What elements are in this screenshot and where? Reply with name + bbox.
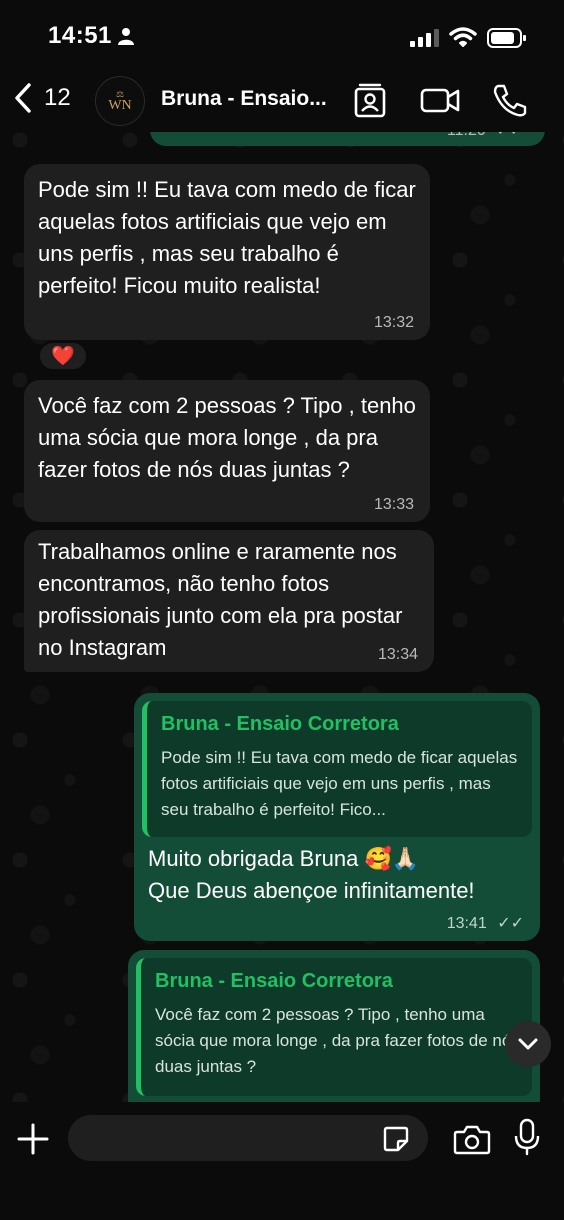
battery-icon — [487, 28, 526, 48]
scroll-to-bottom-button[interactable] — [505, 1021, 551, 1067]
message-text-line-1: Muito obrigada Bruna 🥰🙏🏻 — [148, 846, 420, 871]
message-time: 13:32 — [373, 314, 414, 331]
quoted-text: Você faz com 2 pessoas ? Tipo , tenho um… — [155, 1005, 520, 1076]
message-text: Pode sim !! Eu tava com medo de ficar aq… — [38, 177, 416, 298]
video-call-icon[interactable] — [420, 82, 460, 118]
phone-icon[interactable] — [490, 82, 530, 118]
message-text-line-2: Que Deus abençoe infinitamente! — [148, 878, 475, 903]
message-text: Trabalhamos online e raramente nos encon… — [38, 539, 403, 660]
composer-bar — [0, 1102, 564, 1220]
reaction-heart[interactable]: ❤️ — [38, 341, 88, 371]
double-check-icon: ✓✓ — [497, 915, 524, 932]
chevron-down-icon — [518, 1038, 538, 1050]
status-bar: 14:51 — [0, 0, 564, 70]
contact-avatar[interactable]: ⚖ WN — [95, 76, 145, 126]
quoted-author: Bruna - Ensaio Corretora — [155, 970, 393, 992]
incoming-message[interactable]: Pode sim !! Eu tava com medo de ficar aq… — [24, 164, 430, 340]
quoted-message[interactable]: Bruna - Ensaio Corretora Pode sim !! Eu … — [142, 701, 532, 837]
chat-header: 12 ⚖ WN Bruna - Ensaio... — [0, 70, 564, 132]
status-time: 14:51 — [48, 22, 112, 49]
avatar-logo: WN — [108, 97, 132, 113]
signal-icon — [410, 29, 439, 47]
plus-icon[interactable] — [14, 1120, 52, 1158]
microphone-icon[interactable] — [513, 1118, 541, 1156]
camera-icon[interactable] — [453, 1122, 491, 1156]
quoted-message[interactable]: Bruna - Ensaio Corretora Você faz com 2 … — [136, 958, 532, 1096]
quoted-text: Pode sim !! Eu tava com medo de ficar aq… — [161, 748, 518, 819]
outgoing-message[interactable]: Bruna - Ensaio Corretora Você faz com 2 … — [128, 950, 540, 1120]
quoted-author: Bruna - Ensaio Corretora — [161, 713, 399, 735]
message-input[interactable] — [68, 1115, 428, 1161]
message-text: Você faz com 2 pessoas ? Tipo , tenho um… — [38, 393, 416, 482]
back-chevron-icon — [15, 83, 31, 113]
person-icon — [118, 28, 134, 45]
message-time: 13:34 — [377, 646, 418, 663]
message-time: 13:41 — [446, 915, 487, 932]
contact-name[interactable]: Bruna - Ensaio... — [161, 87, 331, 111]
unread-count: 12 — [44, 84, 71, 111]
back-button[interactable]: 12 — [12, 82, 71, 114]
message-time: 13:33 — [373, 496, 414, 513]
incoming-message[interactable]: Trabalhamos online e raramente nos encon… — [24, 530, 434, 672]
incoming-message[interactable]: Você faz com 2 pessoas ? Tipo , tenho um… — [24, 380, 430, 522]
outgoing-message[interactable]: Bruna - Ensaio Corretora Pode sim !! Eu … — [134, 693, 540, 941]
sticker-icon[interactable] — [382, 1125, 410, 1153]
wifi-icon — [449, 27, 477, 47]
contact-card-icon[interactable] — [350, 82, 390, 118]
